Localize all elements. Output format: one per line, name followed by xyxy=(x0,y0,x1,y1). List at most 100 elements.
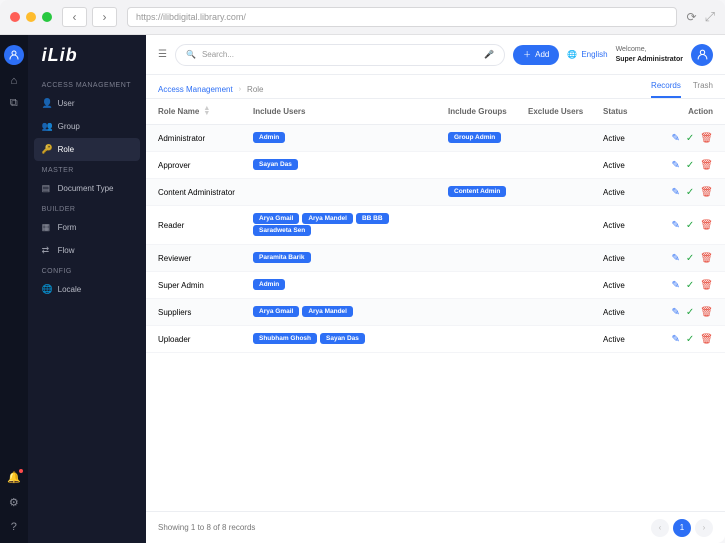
window-minimize[interactable] xyxy=(26,12,36,22)
shield-icon[interactable]: ✓ xyxy=(686,220,694,231)
sidebar-item-user[interactable]: 👤User xyxy=(28,92,146,115)
sidebar-item-role[interactable]: 🔑Role xyxy=(34,138,140,161)
search-input[interactable]: 🔍 Search... 🎤 xyxy=(175,44,505,66)
shield-icon[interactable]: ✓ xyxy=(686,253,694,264)
status-cell: Active xyxy=(603,221,658,230)
rail-avatar[interactable] xyxy=(4,45,24,65)
top-avatar[interactable] xyxy=(691,44,713,66)
role-name-cell: Administrator xyxy=(158,134,253,143)
col-exclude-users[interactable]: Exclude Users xyxy=(528,107,603,116)
trash-icon[interactable]: 🗑 xyxy=(700,133,713,144)
user-chip[interactable]: Arya Gmail xyxy=(253,213,299,224)
edit-icon[interactable]: ✎ xyxy=(672,280,680,291)
col-role-name[interactable]: Role Name▲▼ xyxy=(158,107,253,116)
col-include-users[interactable]: Include Users xyxy=(253,107,448,116)
expand-button[interactable]: ⤢ xyxy=(705,9,715,25)
action-cell: ✎ ✓ 🗑 xyxy=(658,280,713,291)
group-chip[interactable]: Content Admin xyxy=(448,186,506,197)
shield-icon[interactable]: ✓ xyxy=(686,307,694,318)
sidebar: iLib ACCESS MANAGEMENT👤User👥Group🔑RoleMA… xyxy=(28,35,146,543)
help-icon[interactable]: ? xyxy=(11,521,17,533)
user-icon xyxy=(696,48,709,61)
edit-icon[interactable]: ✎ xyxy=(672,253,680,264)
rail-dashboard-icon[interactable]: ⧉ xyxy=(10,97,18,110)
sidebar-item-group[interactable]: 👥Group xyxy=(28,115,146,138)
user-chip[interactable]: Saradweta Sen xyxy=(253,225,311,236)
user-chip[interactable]: Shubham Ghosh xyxy=(253,333,317,344)
tabs: Records Trash xyxy=(651,81,713,98)
page-1-button[interactable]: 1 xyxy=(673,519,691,537)
prev-page-button[interactable]: ‹ xyxy=(651,519,669,537)
trash-icon[interactable]: 🗑 xyxy=(700,160,713,171)
trash-icon[interactable]: 🗑 xyxy=(700,334,713,345)
trash-icon[interactable]: 🗑 xyxy=(700,280,713,291)
shield-icon[interactable]: ✓ xyxy=(686,133,694,144)
shield-icon[interactable]: ✓ xyxy=(686,160,694,171)
shield-icon[interactable]: ✓ xyxy=(686,187,694,198)
edit-icon[interactable]: ✎ xyxy=(672,160,680,171)
breadcrumb-parent[interactable]: Access Management xyxy=(158,85,233,94)
window-maximize[interactable] xyxy=(42,12,52,22)
trash-icon[interactable]: 🗑 xyxy=(700,187,713,198)
shield-icon[interactable]: ✓ xyxy=(686,280,694,291)
plus-icon: ＋ xyxy=(523,49,531,60)
group-chip[interactable]: Group Admin xyxy=(448,132,501,143)
notifications-icon[interactable]: 🔔 xyxy=(7,471,21,484)
user-chip[interactable]: Arya Mandel xyxy=(302,306,353,317)
refresh-button[interactable]: ⟳ xyxy=(687,10,697,24)
user-chip[interactable]: Arya Mandel xyxy=(302,213,353,224)
user-chip[interactable]: BB BB xyxy=(356,213,389,224)
roles-table: Role Name▲▼ Include Users Include Groups… xyxy=(146,99,725,511)
nav-section-title: MASTER xyxy=(28,161,146,177)
user-chip[interactable]: Admin xyxy=(253,132,285,143)
footer: Showing 1 to 8 of 8 records ‹ 1 › xyxy=(146,511,725,543)
edit-icon[interactable]: ✎ xyxy=(672,133,680,144)
trash-icon[interactable]: 🗑 xyxy=(700,220,713,231)
col-status[interactable]: Status xyxy=(603,107,658,116)
topbar: ☰ 🔍 Search... 🎤 ＋ Add 🌐 English Welcome,… xyxy=(146,35,725,75)
col-include-groups[interactable]: Include Groups xyxy=(448,107,528,116)
rail-home-icon[interactable]: ⌂ xyxy=(10,75,17,87)
sidebar-item-label: Locale xyxy=(58,285,82,294)
role-name-cell: Reviewer xyxy=(158,254,253,263)
url-bar[interactable]: https://ilibdigital.library.com/ xyxy=(127,7,677,27)
sidebar-item-document-type[interactable]: ▤Document Type xyxy=(28,177,146,200)
tab-records[interactable]: Records xyxy=(651,81,681,98)
back-button[interactable]: ‹ xyxy=(62,7,87,27)
sidebar-item-flow[interactable]: ⇄Flow xyxy=(28,239,146,262)
action-cell: ✎ ✓ 🗑 xyxy=(658,187,713,198)
content: ☰ 🔍 Search... 🎤 ＋ Add 🌐 English Welcome,… xyxy=(146,35,725,543)
include-users-cell: Paramita Barik xyxy=(253,252,448,264)
edit-icon[interactable]: ✎ xyxy=(672,220,680,231)
user-chip[interactable]: Admin xyxy=(253,279,285,290)
form-icon: ▦ xyxy=(42,222,52,233)
mic-icon[interactable]: 🎤 xyxy=(484,50,494,59)
browser-chrome: ‹ › https://ilibdigital.library.com/ ⟳ ⤢ xyxy=(0,0,725,35)
edit-icon[interactable]: ✎ xyxy=(672,307,680,318)
language-button[interactable]: 🌐 English xyxy=(567,50,607,59)
trash-icon[interactable]: 🗑 xyxy=(700,253,713,264)
table-row: Super AdminAdminActive✎✓🗑 xyxy=(146,272,725,299)
tab-trash[interactable]: Trash xyxy=(693,81,713,98)
settings-icon[interactable]: ⚙ xyxy=(9,496,19,509)
edit-icon[interactable]: ✎ xyxy=(672,187,680,198)
user-chip[interactable]: Sayan Das xyxy=(320,333,365,344)
sidebar-item-locale[interactable]: 🌐 Locale xyxy=(28,278,146,301)
sidebar-item-form[interactable]: ▦Form xyxy=(28,216,146,239)
add-button[interactable]: ＋ Add xyxy=(513,45,559,65)
forward-button[interactable]: › xyxy=(92,7,117,27)
user-chip[interactable]: Sayan Das xyxy=(253,159,298,170)
user-chip[interactable]: Paramita Barik xyxy=(253,252,311,263)
nav-section-title: ACCESS MANAGEMENT xyxy=(28,76,146,92)
user-icon: 👤 xyxy=(42,98,52,109)
globe-icon: 🌐 xyxy=(42,284,52,295)
window-close[interactable] xyxy=(10,12,20,22)
edit-icon[interactable]: ✎ xyxy=(672,334,680,345)
trash-icon[interactable]: 🗑 xyxy=(700,307,713,318)
shield-icon[interactable]: ✓ xyxy=(686,334,694,345)
hamburger-icon[interactable]: ☰ xyxy=(158,49,167,60)
user-chip[interactable]: Arya Gmail xyxy=(253,306,299,317)
next-page-button[interactable]: › xyxy=(695,519,713,537)
table-row: ApproverSayan DasActive✎✓🗑 xyxy=(146,152,725,179)
include-users-cell: Admin xyxy=(253,279,448,291)
